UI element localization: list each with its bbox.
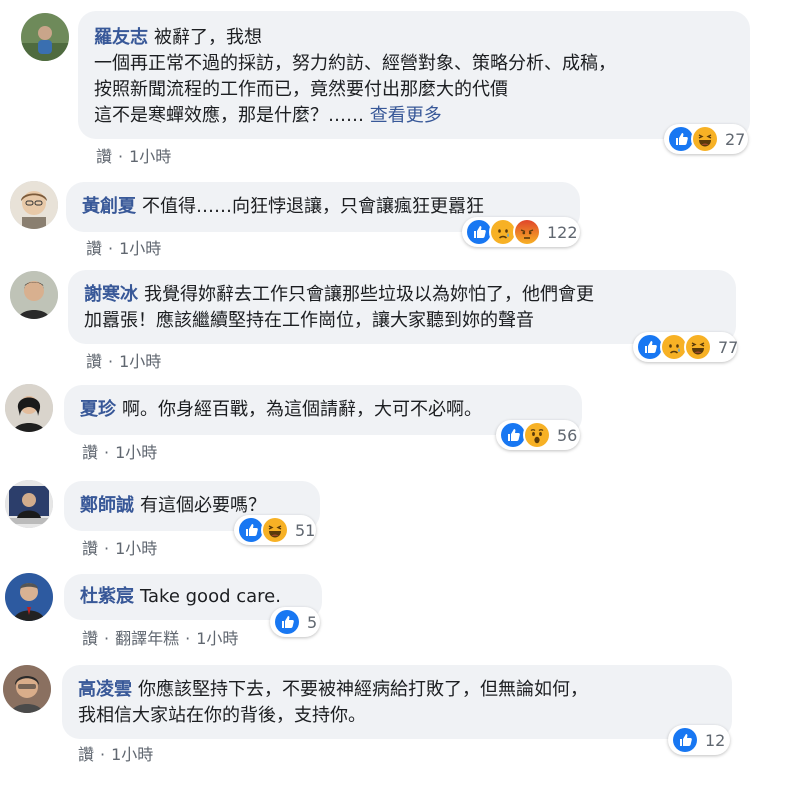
comment-time[interactable]: 1小時 <box>119 352 161 371</box>
haha-icon <box>691 125 719 153</box>
comment-actions: 讚 · 1小時 <box>78 741 153 765</box>
like-action[interactable]: 讚 <box>86 239 102 258</box>
reaction-summary[interactable]: 122 <box>462 217 580 247</box>
avatar[interactable] <box>5 573 53 621</box>
reaction-summary[interactable]: 12 <box>668 725 730 755</box>
comment-author[interactable]: 夏珍 <box>80 399 116 420</box>
reaction-count: 12 <box>705 730 726 750</box>
comment-time[interactable]: 1小時 <box>196 629 238 648</box>
wow-icon <box>523 421 551 449</box>
like-action[interactable]: 讚 <box>78 745 94 764</box>
separator-dot: · <box>185 629 191 648</box>
comment-time[interactable]: 1小時 <box>115 539 157 558</box>
comment-text: 你應該堅持下去，不要被神經病給打敗了，但無論如何， 我相信大家站在你的背後，支持… <box>78 679 588 726</box>
avatar[interactable] <box>10 181 58 229</box>
reaction-summary[interactable]: 51 <box>234 515 316 545</box>
comment-actions: 讚 · 1小時 <box>82 439 157 463</box>
like-action[interactable]: 讚 <box>86 352 102 371</box>
reaction-count: 77 <box>718 337 739 357</box>
comment-text: 我覺得妳辭去工作只會讓那些垃圾以為妳怕了，他們會更 加囂張！應該繼續堅持在工作崗… <box>84 284 594 331</box>
avatar[interactable] <box>3 665 51 713</box>
comment-text: Take good care. <box>140 586 281 607</box>
like-action[interactable]: 讚 <box>82 539 98 558</box>
comment-author[interactable]: 黃創夏 <box>82 196 136 217</box>
reaction-summary[interactable]: 5 <box>270 607 320 637</box>
comment-text: 不值得……向狂悖退讓，只會讓瘋狂更囂狂 <box>142 196 484 217</box>
separator-dot: · <box>100 745 106 764</box>
like-action[interactable]: 讚 <box>96 147 112 166</box>
separator-dot: · <box>118 147 124 166</box>
separator-dot: · <box>104 629 110 648</box>
comment-bubble: 羅友志 被辭了，我想 一個再正常不過的採訪，努力約訪、經營對象、策略分析、成稿， … <box>78 11 750 139</box>
comment-text: 被辭了，我想 一個再正常不過的採訪，努力約訪、經營對象、策略分析、成稿， 按照新… <box>94 27 616 126</box>
avatar[interactable] <box>5 480 53 528</box>
avatar[interactable] <box>5 384 53 432</box>
comment-time[interactable]: 1小時 <box>129 147 171 166</box>
avatar[interactable] <box>21 13 69 61</box>
comment-bubble: 謝寒冰 我覺得妳辭去工作只會讓那些垃圾以為妳怕了，他們會更 加囂張！應該繼續堅持在… <box>68 270 736 344</box>
comment-author[interactable]: 鄭師誠 <box>80 495 134 516</box>
reaction-summary[interactable]: 77 <box>633 332 739 362</box>
reaction-count: 27 <box>725 129 746 149</box>
reaction-count: 51 <box>295 520 316 540</box>
comment-bubble: 高凌雲 你應該堅持下去，不要被神經病給打敗了，但無論如何， 我相信大家站在你的背後… <box>62 665 732 739</box>
comment-author[interactable]: 高凌雲 <box>78 679 132 700</box>
comment-text: 有這個必要嗎？ <box>140 495 266 516</box>
comment-actions: 讚 · 1小時 <box>82 535 157 559</box>
reaction-summary[interactable]: 56 <box>496 420 580 450</box>
comment-time[interactable]: 1小時 <box>119 239 161 258</box>
comment-time[interactable]: 1小時 <box>115 443 157 462</box>
comment-actions: 讚 · 1小時 <box>86 235 161 259</box>
translate-link[interactable]: 翻譯年糕 <box>115 629 179 648</box>
haha-icon <box>684 333 712 361</box>
like-icon <box>671 726 699 754</box>
comment-text: 啊。你身經百戰，為這個請辭，大可不必啊。 <box>122 399 482 420</box>
separator-dot: · <box>108 352 114 371</box>
see-more-link[interactable]: 查看更多 <box>370 105 442 126</box>
comment-author[interactable]: 杜紫宸 <box>80 586 134 607</box>
angry-icon <box>513 218 541 246</box>
comment-actions: 讚 · 翻譯年糕 · 1小時 <box>82 625 238 649</box>
reaction-count: 122 <box>547 222 578 242</box>
reaction-count: 56 <box>557 425 578 445</box>
reaction-count: 5 <box>307 612 318 632</box>
comment-time[interactable]: 1小時 <box>111 745 153 764</box>
separator-dot: · <box>104 443 110 462</box>
separator-dot: · <box>104 539 110 558</box>
comment-actions: 讚 · 1小時 <box>86 348 161 372</box>
comment-actions: 讚 · 1小時 <box>96 143 171 167</box>
like-action[interactable]: 讚 <box>82 443 98 462</box>
comment-author[interactable]: 謝寒冰 <box>84 284 138 305</box>
like-action[interactable]: 讚 <box>82 629 98 648</box>
like-icon <box>273 608 301 636</box>
comment-author[interactable]: 羅友志 <box>94 27 148 48</box>
haha-icon <box>261 516 289 544</box>
avatar[interactable] <box>10 271 58 319</box>
separator-dot: · <box>108 239 114 258</box>
reaction-summary[interactable]: 27 <box>664 124 748 154</box>
